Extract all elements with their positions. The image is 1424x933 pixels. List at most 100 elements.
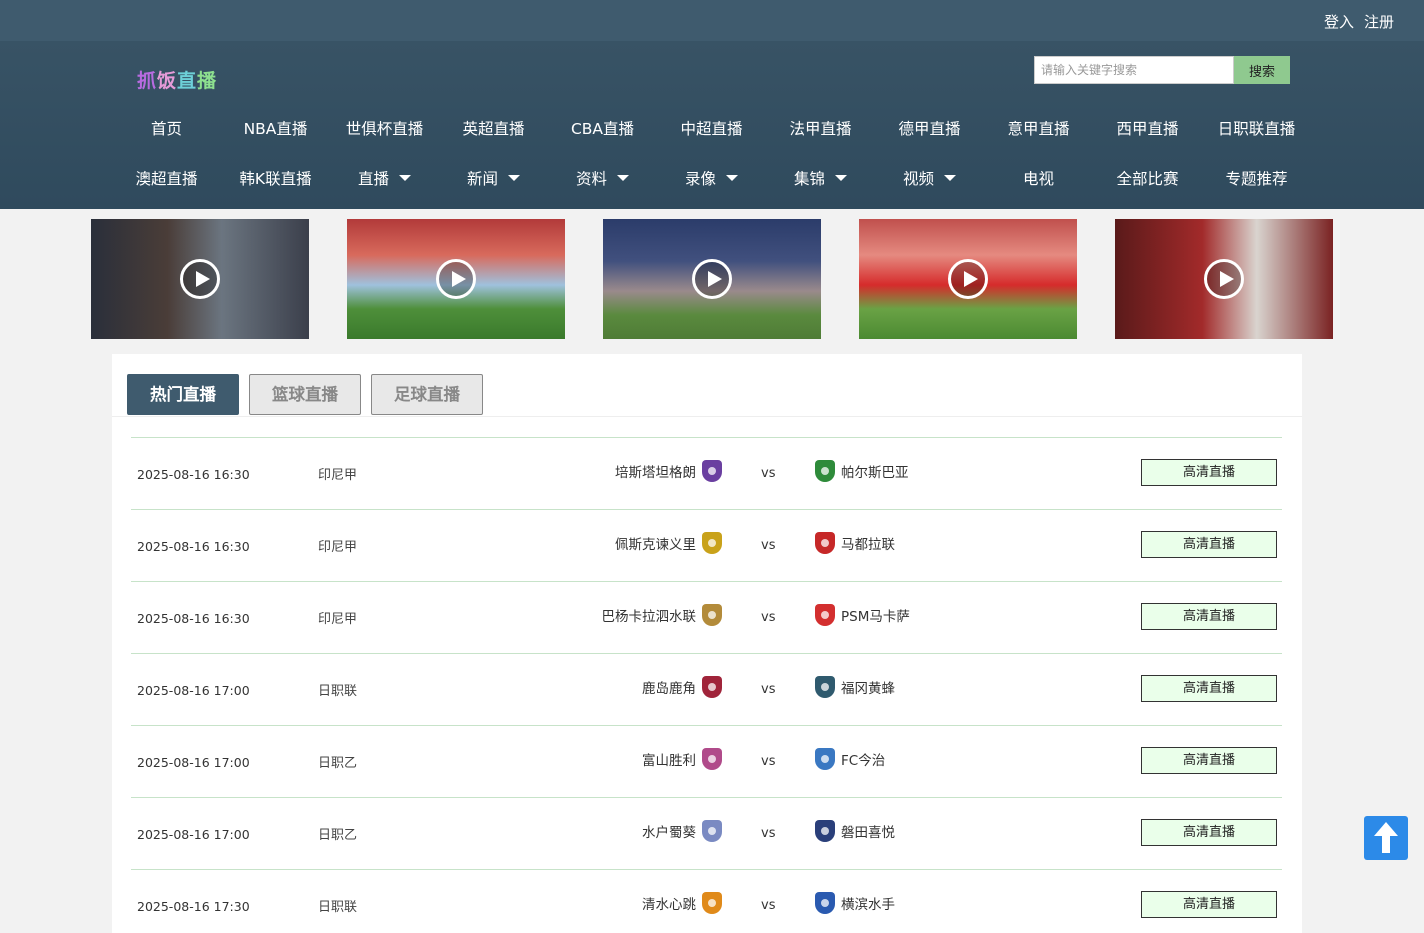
away-team-crest-icon bbox=[815, 820, 835, 842]
vs-label: vs bbox=[761, 754, 776, 769]
hd-live-button[interactable]: 高清直播 bbox=[1141, 819, 1277, 846]
chevron-down-icon bbox=[944, 174, 956, 181]
home-team: 水户蜀葵 bbox=[642, 820, 722, 842]
hd-live-button[interactable]: 高清直播 bbox=[1141, 891, 1277, 918]
match-league[interactable]: 日职乙 bbox=[318, 824, 357, 843]
nav-item-replay-dropdown[interactable]: 录像 bbox=[657, 166, 766, 192]
tab-football-live[interactable]: 足球直播 bbox=[371, 374, 483, 415]
nav-item-news-dropdown[interactable]: 新闻 bbox=[439, 166, 548, 192]
site-logo[interactable]: 抓饭直播 bbox=[137, 66, 217, 93]
vs-label: vs bbox=[761, 610, 776, 625]
home-team-crest-icon bbox=[702, 892, 722, 914]
away-team: FC今治 bbox=[815, 748, 885, 770]
nav-item-bundesliga[interactable]: 德甲直播 bbox=[875, 116, 984, 142]
home-team: 佩斯克谏义里 bbox=[615, 532, 722, 554]
nav-item-j-league[interactable]: 日职联直播 bbox=[1202, 116, 1311, 142]
home-team: 培斯塔坦格朗 bbox=[615, 460, 722, 482]
nav-item-ligue1[interactable]: 法甲直播 bbox=[766, 116, 875, 142]
tab-basketball-live[interactable]: 篮球直播 bbox=[249, 374, 361, 415]
match-league[interactable]: 印尼甲 bbox=[318, 464, 357, 483]
play-icon bbox=[1204, 259, 1244, 299]
back-to-top-button[interactable] bbox=[1364, 816, 1408, 860]
vs-label: vs bbox=[761, 898, 776, 913]
hd-live-button[interactable]: 高清直播 bbox=[1141, 675, 1277, 702]
vs-label: vs bbox=[761, 826, 776, 841]
match-row: 2025-08-16 16:30 印尼甲 佩斯克谏义里 vs 马都拉联 高清直播 bbox=[131, 509, 1282, 581]
nav-item-highlights-dropdown[interactable]: 集锦 bbox=[766, 166, 875, 192]
match-time: 2025-08-16 16:30 bbox=[137, 611, 250, 626]
video-thumbnail[interactable] bbox=[91, 219, 309, 339]
home-team-name: 培斯塔坦格朗 bbox=[615, 465, 696, 481]
nav-item-nba[interactable]: NBA直播 bbox=[221, 116, 330, 142]
chevron-down-icon bbox=[617, 174, 629, 181]
account-links: 登入 注册 bbox=[1324, 11, 1394, 32]
hd-live-button[interactable]: 高清直播 bbox=[1141, 459, 1277, 486]
away-team-name: PSM马卡萨 bbox=[841, 609, 910, 625]
nav-item-serie-a[interactable]: 意甲直播 bbox=[984, 116, 1093, 142]
home-team-crest-icon bbox=[702, 532, 722, 554]
match-row: 2025-08-16 16:30 印尼甲 培斯塔坦格朗 vs 帕尔斯巴亚 高清直… bbox=[131, 437, 1282, 509]
nav-item-tv[interactable]: 电视 bbox=[984, 166, 1093, 192]
match-time: 2025-08-16 17:30 bbox=[137, 899, 250, 914]
play-icon bbox=[948, 259, 988, 299]
match-row: 2025-08-16 17:00 日职联 鹿岛鹿角 vs 福冈黄蜂 高清直播 bbox=[131, 653, 1282, 725]
nav-item-all-matches[interactable]: 全部比赛 bbox=[1093, 166, 1202, 192]
chevron-down-icon bbox=[726, 174, 738, 181]
home-team: 清水心跳 bbox=[642, 892, 722, 914]
nav-item-a-league[interactable]: 澳超直播 bbox=[112, 166, 221, 192]
video-thumbnail[interactable] bbox=[603, 219, 821, 339]
main-nav-row-1: 首页 NBA直播 世俱杯直播 英超直播 CBA直播 中超直播 法甲直播 德甲直播… bbox=[112, 116, 1312, 142]
nav-item-live-dropdown[interactable]: 直播 bbox=[330, 166, 439, 192]
nav-item-cba[interactable]: CBA直播 bbox=[548, 116, 657, 142]
video-thumbnail[interactable] bbox=[347, 219, 565, 339]
hd-live-button[interactable]: 高清直播 bbox=[1141, 747, 1277, 774]
home-team-name: 富山胜利 bbox=[642, 753, 696, 769]
nav-item-premier-league[interactable]: 英超直播 bbox=[439, 116, 548, 142]
away-team-crest-icon bbox=[815, 604, 835, 626]
nav-item-k-league[interactable]: 韩K联直播 bbox=[221, 166, 330, 192]
match-time: 2025-08-16 16:30 bbox=[137, 467, 250, 482]
hd-live-button[interactable]: 高清直播 bbox=[1141, 531, 1277, 558]
away-team-name: 帕尔斯巴亚 bbox=[841, 465, 909, 481]
play-icon bbox=[436, 259, 476, 299]
match-league[interactable]: 日职联 bbox=[318, 680, 357, 699]
match-league[interactable]: 日职联 bbox=[318, 896, 357, 915]
match-league[interactable]: 印尼甲 bbox=[318, 536, 357, 555]
home-team: 鹿岛鹿角 bbox=[642, 676, 722, 698]
away-team-name: 福冈黄蜂 bbox=[841, 681, 895, 697]
match-time: 2025-08-16 17:00 bbox=[137, 755, 250, 770]
away-team-crest-icon bbox=[815, 460, 835, 482]
search-box: 搜索 bbox=[1034, 56, 1290, 84]
away-team-name: 磐田喜悦 bbox=[841, 825, 895, 841]
search-input[interactable] bbox=[1034, 56, 1234, 84]
match-time: 2025-08-16 17:00 bbox=[137, 683, 250, 698]
login-link[interactable]: 登入 bbox=[1324, 11, 1354, 32]
nav-item-csl[interactable]: 中超直播 bbox=[657, 116, 766, 142]
register-link[interactable]: 注册 bbox=[1364, 11, 1394, 32]
home-team-crest-icon bbox=[702, 460, 722, 482]
nav-item-club-world-cup[interactable]: 世俱杯直播 bbox=[330, 116, 439, 142]
match-time: 2025-08-16 16:30 bbox=[137, 539, 250, 554]
home-team: 富山胜利 bbox=[642, 748, 722, 770]
live-matches-panel: 热门直播 篮球直播 足球直播 2025-08-16 16:30 印尼甲 培斯塔坦… bbox=[112, 354, 1302, 933]
away-team-name: 马都拉联 bbox=[841, 537, 895, 553]
nav-item-data-dropdown[interactable]: 资料 bbox=[548, 166, 657, 192]
vs-label: vs bbox=[761, 538, 776, 553]
tab-hot-live[interactable]: 热门直播 bbox=[127, 374, 239, 415]
home-team-name: 清水心跳 bbox=[642, 897, 696, 913]
vs-label: vs bbox=[761, 682, 776, 697]
nav-item-video-dropdown[interactable]: 视频 bbox=[875, 166, 984, 192]
video-thumbnail[interactable] bbox=[1115, 219, 1333, 339]
nav-item-home[interactable]: 首页 bbox=[112, 116, 221, 142]
chevron-down-icon bbox=[508, 174, 520, 181]
search-button[interactable]: 搜索 bbox=[1234, 56, 1290, 84]
nav-item-featured[interactable]: 专题推荐 bbox=[1202, 166, 1311, 192]
home-team: 巴杨卡拉泗水联 bbox=[602, 604, 722, 626]
hd-live-button[interactable]: 高清直播 bbox=[1141, 603, 1277, 630]
nav-item-la-liga[interactable]: 西甲直播 bbox=[1093, 116, 1202, 142]
play-icon bbox=[180, 259, 220, 299]
video-thumbnail[interactable] bbox=[859, 219, 1077, 339]
match-league[interactable]: 日职乙 bbox=[318, 752, 357, 771]
away-team-name: 横滨水手 bbox=[841, 897, 895, 913]
match-league[interactable]: 印尼甲 bbox=[318, 608, 357, 627]
